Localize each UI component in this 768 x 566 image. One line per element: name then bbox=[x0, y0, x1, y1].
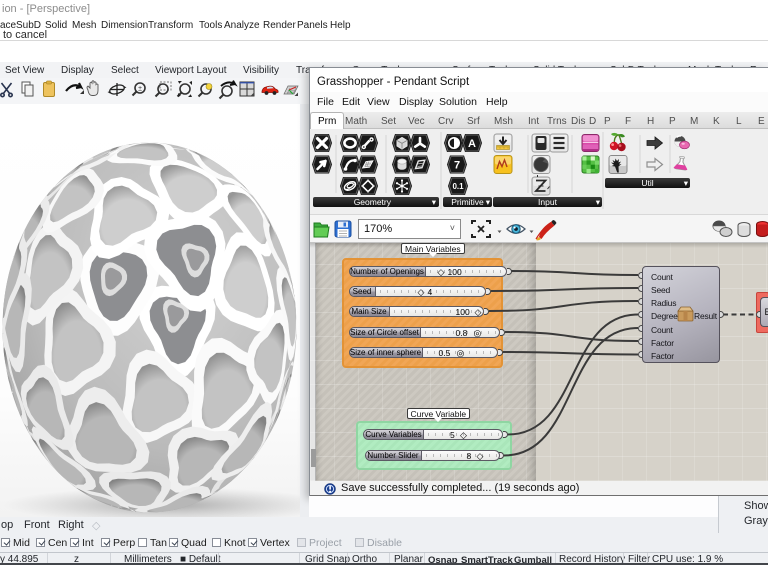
svg-text:7: 7 bbox=[454, 159, 460, 171]
svg-text:A: A bbox=[468, 138, 476, 150]
svg-text:±: ± bbox=[138, 86, 142, 93]
svg-text:0.1: 0.1 bbox=[452, 182, 464, 191]
